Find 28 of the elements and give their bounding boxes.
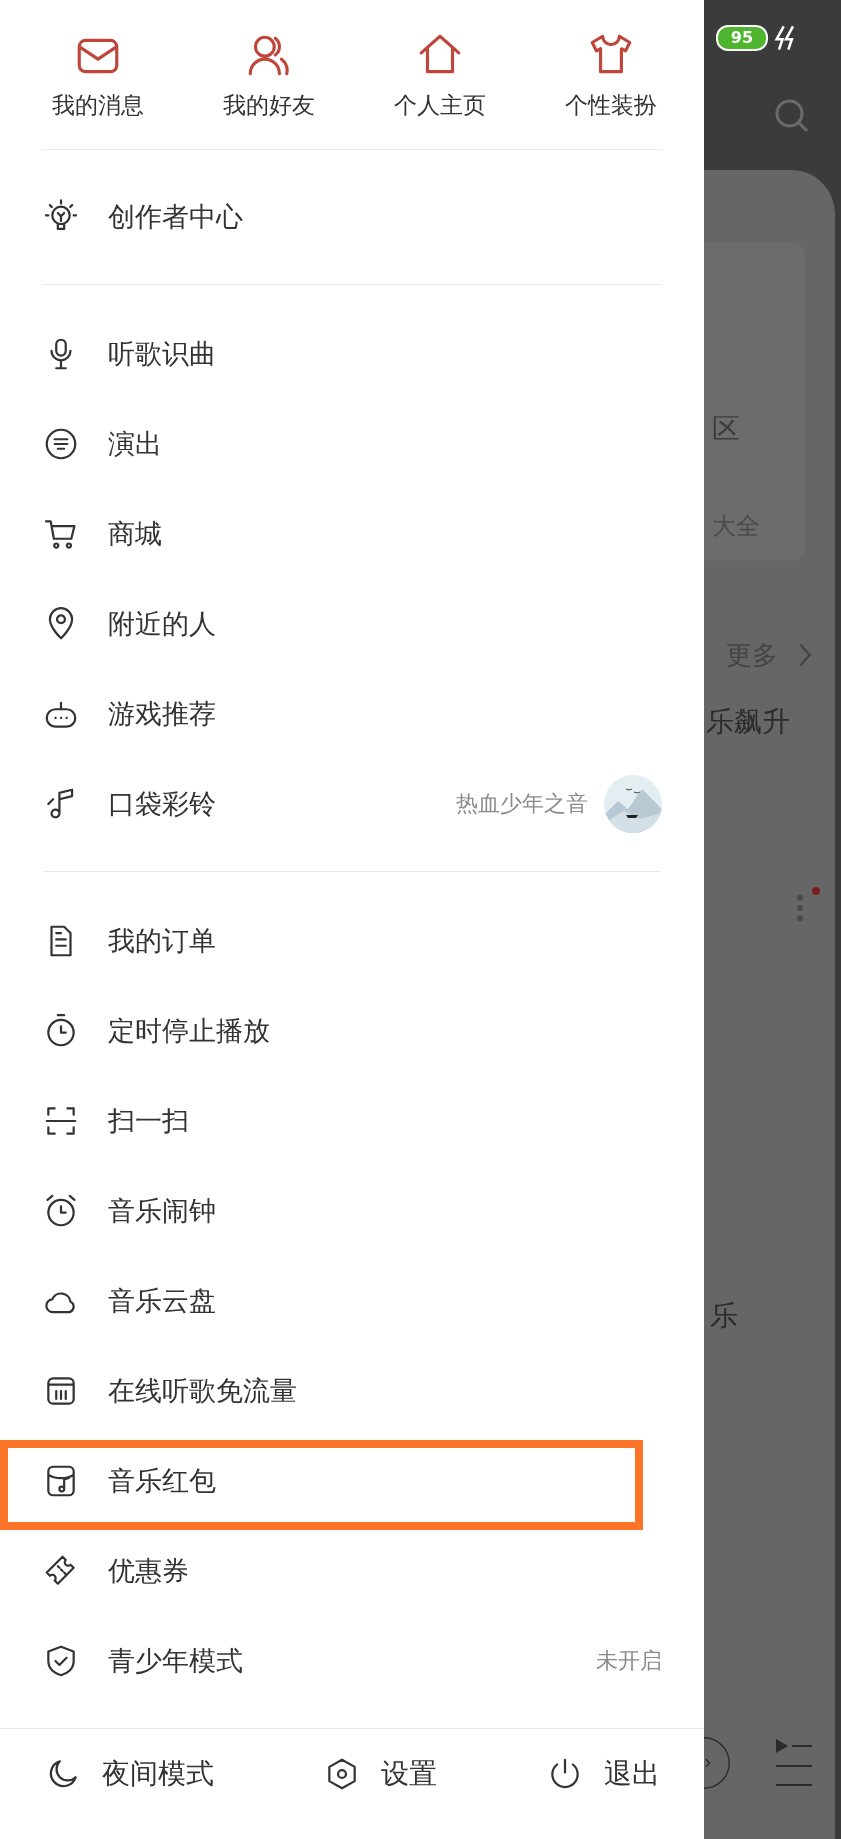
menu-item[interactable]: 口袋彩铃 <box>108 785 216 822</box>
shortcut-label[interactable]: 个性装扮 <box>564 90 657 121</box>
menu-item[interactable]: 扫一扫 <box>108 1102 189 1139</box>
menu-item[interactable]: 附近的人 <box>108 605 216 642</box>
shortcut-label[interactable]: 我的消息 <box>51 90 144 121</box>
menu-item[interactable]: 商城 <box>108 515 162 552</box>
menu-item[interactable]: 演出 <box>108 425 162 462</box>
menu-item[interactable]: 音乐闹钟 <box>108 1192 216 1229</box>
menu-item[interactable]: 优惠券 <box>108 1552 189 1589</box>
bottom-button[interactable]: 设置 <box>381 1755 437 1794</box>
item-value: 热血少年之音 <box>456 789 588 818</box>
bottom-button[interactable]: 退出 <box>604 1755 660 1794</box>
menu-item[interactable]: 听歌识曲 <box>108 335 216 372</box>
menu-item[interactable]: 创作者中心 <box>108 198 243 235</box>
menu-item[interactable]: 游戏推荐 <box>108 695 216 732</box>
shortcut-label[interactable]: 我的好友 <box>222 90 315 121</box>
menu-item[interactable]: 我的订单 <box>108 922 216 959</box>
item-value: 未开启 <box>596 1646 662 1675</box>
partial-text: 乐 <box>710 1298 738 1334</box>
partial-text: 乐飙升 <box>706 704 790 740</box>
menu-item[interactable]: 定时停止播放 <box>108 1012 270 1049</box>
menu-item[interactable]: 音乐红包 <box>108 1462 216 1499</box>
battery-level: 95 <box>716 25 768 51</box>
bottom-button[interactable]: 夜间模式 <box>102 1755 214 1794</box>
menu-item[interactable]: 在线听歌免流量 <box>108 1372 297 1409</box>
menu-item[interactable]: 青少年模式 <box>108 1642 243 1679</box>
menu-item[interactable]: 音乐云盘 <box>108 1282 216 1319</box>
shortcut-label[interactable]: 个人主页 <box>393 90 486 121</box>
